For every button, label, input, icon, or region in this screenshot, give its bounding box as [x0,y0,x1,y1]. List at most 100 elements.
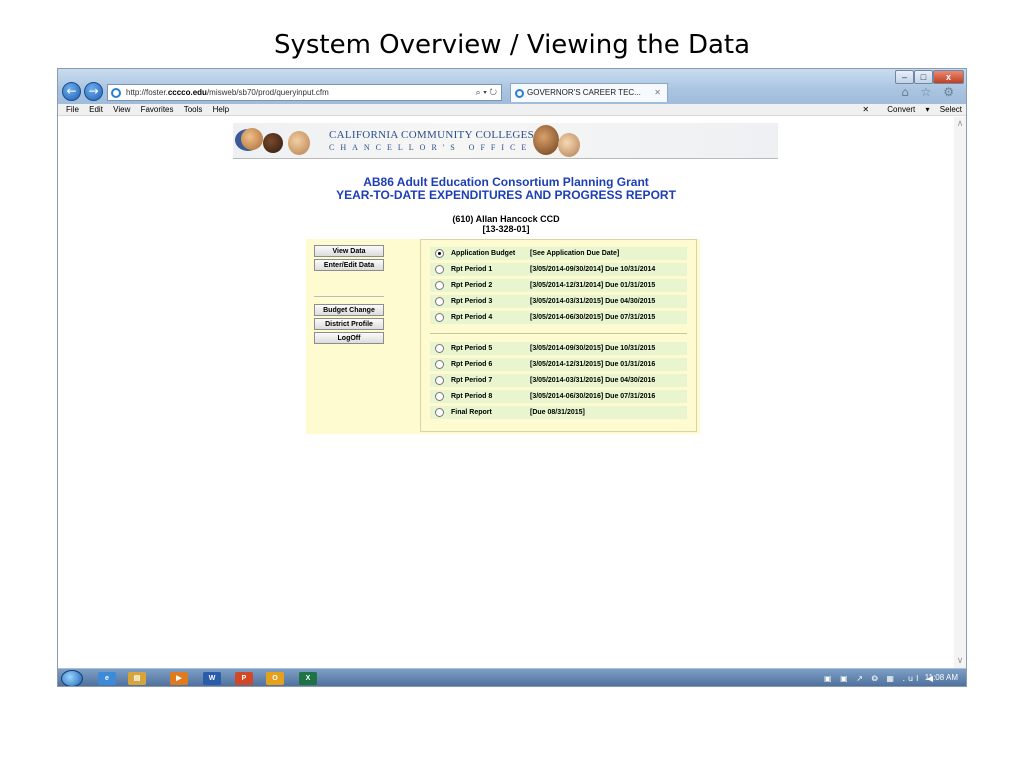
logoff-button[interactable]: LogOff [314,332,384,344]
report-subtitle: YEAR-TO-DATE EXPENDITURES AND PROGRESS R… [336,188,676,202]
period-divider [430,333,687,334]
report-option-rpt-period-6[interactable]: Rpt Period 6 [3/05/2014-12/31/2015] Due … [430,358,687,371]
radio-button[interactable] [435,344,444,353]
taskbar-clock[interactable]: 11:08 AM [925,671,958,685]
web-page: CALIFORNIA COMMUNITY COLLEGES CHANCELLOR… [58,117,954,668]
report-option-rpt-period-1[interactable]: Rpt Period 1 [3/05/2014-09/30/2014] Due … [430,263,687,276]
menu-file[interactable]: File [66,104,79,116]
enter-edit-data-button[interactable]: Enter/Edit Data [314,259,384,271]
college-code: [13-328-01] [482,224,530,234]
back-arrow-icon: ← [66,84,77,98]
convert-button[interactable]: Convert ▾ [879,105,929,114]
radio-button[interactable] [435,297,444,306]
radio-selected[interactable] [435,249,444,258]
option-dates: [3/05/2014-12/31/2014] Due 01/31/2015 [530,282,656,289]
select-button[interactable]: Select [940,105,962,114]
media-taskbar-icon[interactable]: ▶ [170,672,188,685]
home-favorites-settings-icons[interactable]: ⌂ ☆ ⚙ [901,85,958,99]
address-bar[interactable]: http://foster.cccco.edu/misweb/sb70/prod… [107,84,502,101]
vertical-scrollbar[interactable]: ∧ ∨ [954,117,966,668]
radio-button[interactable] [435,408,444,417]
student-photo [263,133,283,153]
report-option-final-report[interactable]: Final Report [Due 08/31/2015] [430,406,687,419]
option-dates: [3/05/2014-09/30/2014] Due 10/31/2014 [530,266,656,273]
forward-button[interactable]: → [84,82,103,101]
option-label: Rpt Period 8 [451,393,493,400]
tab-ie-icon [515,89,524,98]
report-option-application-budget[interactable]: Application Budget [See Application Due … [430,247,687,260]
cccco-banner: CALIFORNIA COMMUNITY COLLEGES CHANCELLOR… [233,123,778,159]
report-option-rpt-period-4[interactable]: Rpt Period 4 [3/05/2014-06/30/2015] Due … [430,311,687,324]
menu-help[interactable]: Help [213,104,229,116]
view-data-button[interactable]: View Data [314,245,384,257]
ie-page-icon [111,88,121,98]
slide-title: System Overview / Viewing the Data [273,30,751,60]
option-label: Final Report [451,409,492,416]
maximize-button[interactable]: □ [914,70,933,84]
option-label: Rpt Period 6 [451,361,493,368]
browser-tab[interactable]: GOVERNOR'S CAREER TEC... ✕ [510,83,668,102]
address-path: /misweb/sb70/prod/queryinput.cfm [206,88,329,97]
banner-subtitle: CHANCELLOR'S OFFICE [329,143,533,152]
college-name: (610) Allan Hancock CCD [452,214,560,224]
scroll-down-icon[interactable]: ∨ [954,656,966,666]
menu-favorites[interactable]: Favorites [141,104,174,116]
student-photo [241,128,263,150]
option-dates: [See Application Due Date] [530,250,620,257]
radio-button[interactable] [435,313,444,322]
toolbar-close-icon[interactable]: ✕ [862,105,869,114]
report-option-rpt-period-2[interactable]: Rpt Period 2 [3/05/2014-12/31/2014] Due … [430,279,687,292]
budget-change-button[interactable]: Budget Change [314,304,384,316]
tab-title: GOVERNOR'S CAREER TEC... [527,88,641,97]
option-label: Application Budget [451,250,516,257]
back-button[interactable]: ← [62,82,81,101]
browser-titlebar: ← → http://foster.cccco.edu/misweb/sb70/… [58,69,966,104]
nav-divider [314,296,384,297]
menu-tools[interactable]: Tools [184,104,203,116]
browser-screenshot: ← → http://foster.cccco.edu/misweb/sb70/… [57,68,967,687]
option-label: Rpt Period 7 [451,377,493,384]
excel-taskbar-icon[interactable]: X [299,672,317,685]
address-controls-icon[interactable]: ⌕ ▾ ↻ [476,85,497,100]
close-window-button[interactable]: x [933,70,964,84]
ie-taskbar-icon[interactable]: e [98,672,116,685]
report-option-rpt-period-8[interactable]: Rpt Period 8 [3/05/2014-06/30/2016] Due … [430,390,687,403]
folder-taskbar-icon[interactable]: ▤ [128,672,146,685]
option-label: Rpt Period 1 [451,266,493,273]
student-photo [558,133,580,157]
address-domain: cccco.edu [167,88,207,97]
option-dates: [3/05/2014-03/31/2016] Due 04/30/2016 [530,377,656,384]
minimize-button[interactable]: – [895,70,914,84]
scroll-up-icon[interactable]: ∧ [954,119,966,129]
college-info: (610) Allan Hancock CCD [13-328-01] [58,214,954,234]
radio-button[interactable] [435,265,444,274]
report-option-rpt-period-7[interactable]: Rpt Period 7 [3/05/2014-03/31/2016] Due … [430,374,687,387]
report-title: AB86 Adult Education Consortium Planning… [363,175,649,189]
menu-edit[interactable]: Edit [89,104,103,116]
report-option-rpt-period-3[interactable]: Rpt Period 3 [3/05/2014-03/31/2015] Due … [430,295,687,308]
radio-button[interactable] [435,376,444,385]
windows-taskbar: e ▤ ▶ W P O X ▣ ▣ ↗ ⭗ ▦ .ul ◀ 11:08 AM [58,668,966,686]
powerpoint-taskbar-icon[interactable]: P [235,672,253,685]
option-dates: [Due 08/31/2015] [530,409,585,416]
report-option-rpt-period-5[interactable]: Rpt Period 5 [3/05/2014-09/30/2015] Due … [430,342,687,355]
option-label: Rpt Period 4 [451,314,493,321]
student-photo [288,131,310,155]
option-label: Rpt Period 3 [451,298,493,305]
student-photo [533,125,559,155]
word-taskbar-icon[interactable]: W [203,672,221,685]
option-label: Rpt Period 2 [451,282,493,289]
outlook-taskbar-icon[interactable]: O [266,672,284,685]
tab-close-icon[interactable]: ✕ [654,84,661,102]
district-profile-button[interactable]: District Profile [314,318,384,330]
option-dates: [3/05/2014-03/31/2015] Due 04/30/2015 [530,298,656,305]
option-dates: [3/05/2014-06/30/2016] Due 07/31/2016 [530,393,656,400]
pdf-toolbar: ✕ Convert ▾ Select [854,104,962,116]
radio-button[interactable] [435,360,444,369]
system-tray-icons[interactable]: ▣ ▣ ↗ ⭗ ▦ .ul ◀ [824,672,936,685]
menu-view[interactable]: View [113,104,130,116]
option-label: Rpt Period 5 [451,345,493,352]
radio-button[interactable] [435,392,444,401]
radio-button[interactable] [435,281,444,290]
start-button[interactable] [61,670,83,686]
